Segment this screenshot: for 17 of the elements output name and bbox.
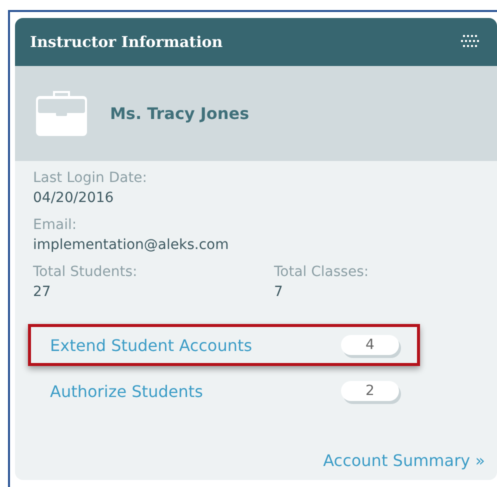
instructor-name: Ms. Tracy Jones: [110, 104, 250, 123]
briefcase-icon: [35, 90, 88, 136]
action-link[interactable]: Extend Student Accounts: [50, 336, 252, 354]
card-title: Instructor Information: [30, 33, 223, 51]
field-value: implementation@aleks.com: [33, 236, 230, 255]
stat-label: Total Classes:: [274, 263, 370, 282]
field-label: Last Login Date:: [33, 169, 148, 188]
count-badge: 4: [341, 335, 399, 355]
action-link[interactable]: Authorize Students: [50, 382, 203, 400]
account-summary-link[interactable]: Account Summary »: [323, 451, 485, 470]
field-value: 04/20/2016: [33, 189, 115, 208]
count-badge: 2: [341, 381, 399, 401]
stat-label: Total Students:: [33, 263, 138, 282]
stat-value: 7: [274, 283, 284, 302]
grid-menu-icon[interactable]: [461, 35, 481, 49]
field-label: Email:: [33, 216, 78, 235]
stat-value: 27: [33, 283, 52, 302]
